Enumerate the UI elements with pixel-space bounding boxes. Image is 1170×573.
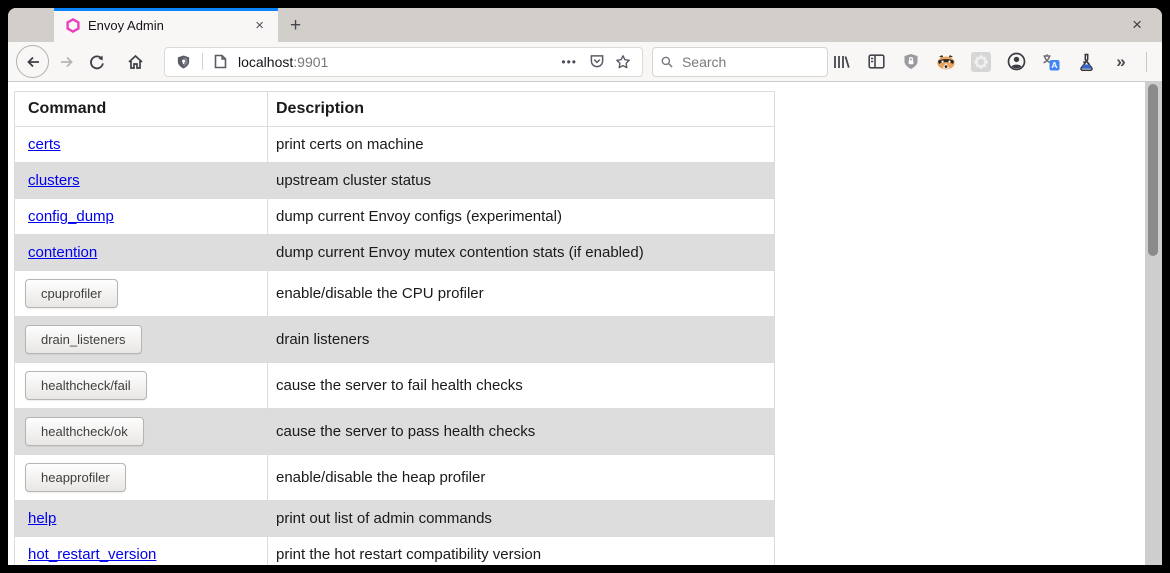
description-column-header: Description <box>268 92 775 127</box>
navigation-toolbar: localhost:9901 ••• <box>8 42 1162 82</box>
sidebar-icon[interactable] <box>863 49 889 75</box>
toolbar-icon-group: A » <box>828 49 1162 75</box>
command-link[interactable]: config_dump <box>28 208 114 225</box>
url-bar[interactable]: localhost:9901 ••• <box>164 47 643 77</box>
command-cell: healthcheck/ok <box>15 409 268 455</box>
description-cell: upstream cluster status <box>268 163 775 199</box>
urlbar-separator <box>202 53 203 70</box>
table-row: cpuprofiler enable/disable the CPU profil… <box>15 271 775 317</box>
command-link[interactable]: hot_restart_version <box>28 546 156 563</box>
command-cell: certs <box>15 127 268 163</box>
table-row: drain_listeners drain listeners <box>15 317 775 363</box>
tab-envoy-admin[interactable]: Envoy Admin × <box>54 8 278 42</box>
page-actions-icon[interactable]: ••• <box>554 55 584 69</box>
table-row: clusters upstream cluster status <box>15 163 775 199</box>
description-cell: drain listeners <box>268 317 775 363</box>
url-text: localhost:9901 <box>238 54 554 70</box>
tabbar-drag-space <box>8 8 54 42</box>
bookmark-star-icon[interactable] <box>610 54 636 70</box>
scrollbar-thumb[interactable] <box>1148 84 1158 256</box>
scrollbar-track[interactable] <box>1145 82 1162 565</box>
table-header-row: Command Description <box>15 92 775 127</box>
shield-lock-extension-icon[interactable] <box>898 49 924 75</box>
description-cell: print certs on machine <box>268 127 775 163</box>
close-icon: × <box>1132 15 1142 35</box>
new-tab-button[interactable]: + <box>278 8 313 42</box>
tab-bar: Envoy Admin × + × <box>8 8 1162 42</box>
command-table-body: certs print certs on machine clusters upstr… <box>15 127 775 566</box>
pocket-icon[interactable] <box>584 54 610 69</box>
menu-button[interactable] <box>1159 49 1162 75</box>
table-row: certs print certs on machine <box>15 127 775 163</box>
description-cell: enable/disable the CPU profiler <box>268 271 775 317</box>
browser-window: Envoy Admin × + × <box>8 8 1162 565</box>
tracking-protection-shield-icon[interactable] <box>171 54 196 70</box>
toolbar-separator <box>1146 52 1147 72</box>
command-cell: hot_restart_version <box>15 537 268 566</box>
home-icon <box>127 54 144 70</box>
page-icon[interactable] <box>209 54 232 69</box>
command-button[interactable]: healthcheck/fail <box>25 371 147 400</box>
forward-icon <box>59 54 75 70</box>
plus-icon: + <box>290 16 301 35</box>
command-cell: config_dump <box>15 199 268 235</box>
reload-button[interactable] <box>82 47 112 77</box>
tab-title: Envoy Admin <box>88 18 249 33</box>
description-cell: enable/disable the heap profiler <box>268 455 775 501</box>
command-button[interactable]: cpuprofiler <box>25 279 118 308</box>
command-cell: heapprofiler <box>15 455 268 501</box>
search-box[interactable] <box>652 47 828 77</box>
command-cell: contention <box>15 235 268 271</box>
flask-icon[interactable] <box>1073 49 1099 75</box>
search-icon <box>661 55 673 69</box>
back-icon <box>25 54 41 70</box>
command-link[interactable]: help <box>28 510 56 527</box>
command-button[interactable]: heapprofiler <box>25 463 126 492</box>
table-row: config_dump dump current Envoy configs (e… <box>15 199 775 235</box>
url-port: :9901 <box>293 54 328 70</box>
account-icon[interactable] <box>1003 49 1029 75</box>
command-button[interactable]: drain_listeners <box>25 325 142 354</box>
description-cell: cause the server to fail health checks <box>268 363 775 409</box>
library-icon[interactable] <box>828 49 854 75</box>
description-cell: print out list of admin commands <box>268 501 775 537</box>
table-row: hot_restart_version print the hot restart… <box>15 537 775 566</box>
command-cell: clusters <box>15 163 268 199</box>
back-button[interactable] <box>16 45 49 78</box>
description-cell: print the hot restart compatibility vers… <box>268 537 775 566</box>
window-close-button[interactable]: × <box>1112 8 1162 42</box>
disabled-extension-icon[interactable] <box>968 49 994 75</box>
raccoon-extension-icon[interactable] <box>933 49 959 75</box>
table-row: help print out list of admin commands <box>15 501 775 537</box>
envoy-favicon-icon <box>66 18 80 33</box>
tab-close-icon[interactable]: × <box>249 16 270 35</box>
description-cell: dump current Envoy mutex contention stat… <box>268 235 775 271</box>
url-host: localhost <box>238 54 293 70</box>
command-column-header: Command <box>15 92 268 127</box>
command-cell: healthcheck/fail <box>15 363 268 409</box>
forward-button[interactable] <box>52 47 82 77</box>
overflow-chevrons-icon[interactable]: » <box>1108 49 1134 75</box>
table-row: healthcheck/ok cause the server to pass h… <box>15 409 775 455</box>
table-row: healthcheck/fail cause the server to fail… <box>15 363 775 409</box>
translate-extension-icon[interactable]: A <box>1038 49 1064 75</box>
command-cell: cpuprofiler <box>15 271 268 317</box>
command-link[interactable]: certs <box>28 136 61 153</box>
table-row: heapprofiler enable/disable the heap prof… <box>15 455 775 501</box>
command-link[interactable]: clusters <box>28 172 80 189</box>
table-row: contention dump current Envoy mutex conte… <box>15 235 775 271</box>
description-cell: dump current Envoy configs (experimental… <box>268 199 775 235</box>
command-button[interactable]: healthcheck/ok <box>25 417 144 446</box>
svg-text:A: A <box>1051 60 1057 70</box>
search-input[interactable] <box>680 53 819 71</box>
description-cell: cause the server to pass health checks <box>268 409 775 455</box>
command-link[interactable]: contention <box>28 244 97 261</box>
page-content: Command Description certs print certs on … <box>8 82 1162 565</box>
reload-icon <box>89 54 105 70</box>
tabbar-spacer <box>313 8 1112 42</box>
command-cell: drain_listeners <box>15 317 268 363</box>
admin-command-table: Command Description certs print certs on … <box>14 91 775 565</box>
command-cell: help <box>15 501 268 537</box>
home-button[interactable] <box>120 47 150 77</box>
